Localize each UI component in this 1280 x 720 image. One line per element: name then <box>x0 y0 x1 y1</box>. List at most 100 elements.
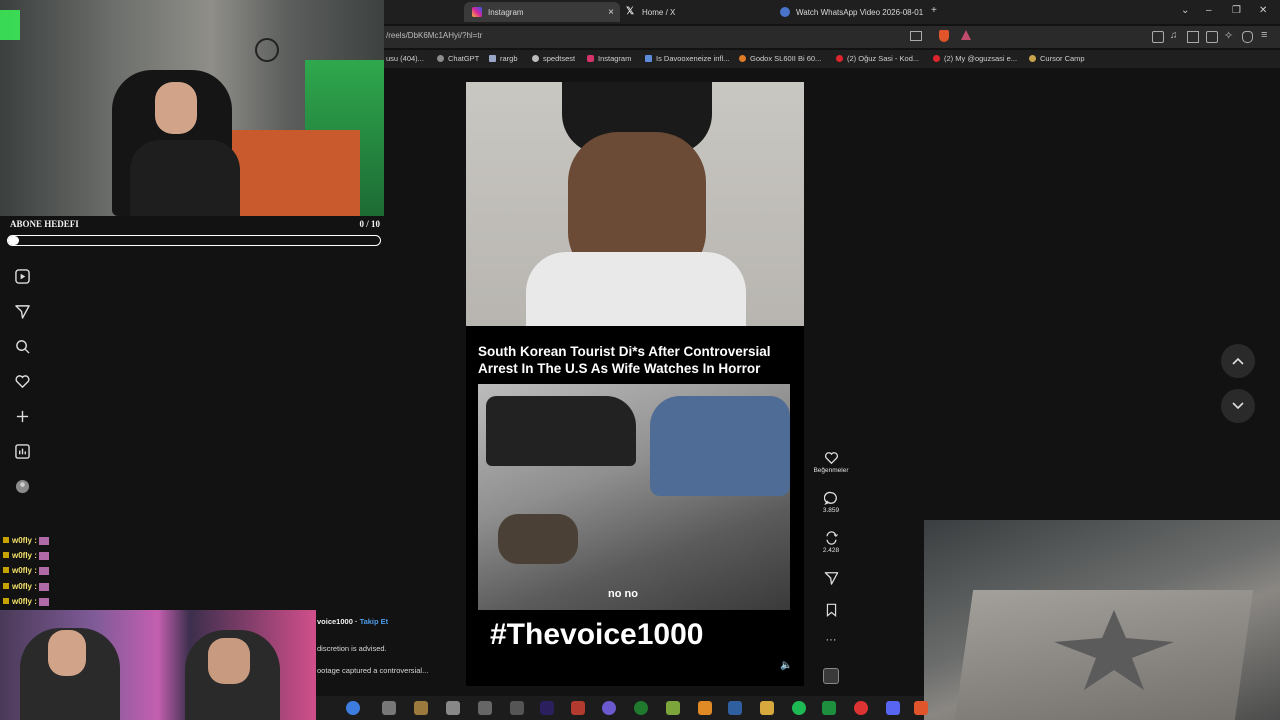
browser-tab-bar: Instagram × 𝕏 Home / X Watch WhatsApp Vi… <box>384 0 1280 24</box>
like-button[interactable]: Beğenmeler <box>812 451 850 474</box>
more-options-icon[interactable]: ··· <box>812 634 850 646</box>
app-icon[interactable] <box>666 701 680 715</box>
streamer-face <box>155 82 197 134</box>
bookmarks-bar: usu (404)... ChatGPT rargb spedtsest Ins… <box>384 50 1280 68</box>
reel-author[interactable]: voice1000 · Takip Et <box>317 617 388 626</box>
bookmark-item[interactable]: Godox SL60II Bi 60... <box>739 54 821 63</box>
bookmark-item[interactable]: (2) Oğuz Sasi - Kod... <box>836 54 919 63</box>
bookmark-item[interactable]: Instagram <box>587 54 631 63</box>
bookmark-item[interactable]: rargb <box>489 54 518 63</box>
direct-message-icon[interactable] <box>15 304 30 319</box>
folder-icon[interactable] <box>760 701 774 715</box>
minimize-icon[interactable]: – <box>1206 5 1212 16</box>
spotify-icon[interactable] <box>792 701 806 715</box>
app-icon[interactable] <box>822 701 836 715</box>
extensions-icon[interactable] <box>1152 31 1164 43</box>
audio-thumbnail[interactable] <box>812 668 850 686</box>
brave-shield-icon[interactable] <box>939 30 949 42</box>
sidebar-icon[interactable] <box>1187 31 1199 43</box>
previous-reel-button[interactable] <box>1221 344 1255 378</box>
profile-avatar-icon[interactable] <box>15 479 30 494</box>
bookmark-label: Godox SL60II Bi 60... <box>750 54 822 63</box>
bookmark-item[interactable]: Is Davooxeneize infl... <box>645 54 729 63</box>
rargb-icon <box>489 55 496 62</box>
music-icon[interactable]: ♫ <box>1170 30 1178 41</box>
bookmark-item[interactable]: ChatGPT <box>437 54 479 63</box>
streamer-body <box>130 140 240 216</box>
heart-icon <box>824 452 838 465</box>
chevron-up-icon <box>1232 357 1244 365</box>
app-icon[interactable] <box>382 701 396 715</box>
youtube-icon <box>933 55 940 62</box>
emote-icon <box>38 597 49 606</box>
bookmark-item[interactable]: Cursor Camp <box>1029 54 1085 63</box>
new-tab-icon[interactable]: + <box>931 5 937 16</box>
discord-icon[interactable] <box>886 701 900 715</box>
comment-button[interactable]: 3.859 <box>812 491 850 514</box>
chatgpt-icon <box>437 55 444 62</box>
audio-icon <box>823 668 839 684</box>
video-top-frame <box>466 82 804 326</box>
premiere-icon[interactable] <box>540 701 554 715</box>
bookmark-label: (2) My @oguzsasi e... <box>944 54 1018 63</box>
xbox-icon[interactable] <box>634 701 648 715</box>
tab-whatsapp-video[interactable]: Watch WhatsApp Video 2026-08-01 <box>774 2 930 22</box>
tab-label: Watch WhatsApp Video 2026-08-01 <box>796 7 924 17</box>
save-button[interactable] <box>812 603 850 619</box>
tank-top <box>526 252 746 326</box>
app-icon[interactable] <box>510 701 524 715</box>
bookmark-label: Instagram <box>598 54 632 63</box>
sub-goal-label: ABONE HEDEFI <box>10 219 79 229</box>
maximize-icon[interactable]: ❐ <box>1232 5 1241 16</box>
chevron-down-icon[interactable]: ⌄ <box>1181 5 1189 16</box>
blue-suv <box>650 396 790 496</box>
reels-icon[interactable] <box>15 269 30 284</box>
people-on-ground <box>498 514 578 564</box>
app-icon[interactable] <box>414 701 428 715</box>
create-plus-icon[interactable] <box>15 409 30 424</box>
close-tab-icon[interactable]: × <box>608 7 614 18</box>
menu-icon[interactable]: ≡ <box>1261 29 1267 41</box>
app-icon[interactable] <box>698 701 712 715</box>
app-icon[interactable] <box>854 701 868 715</box>
tab-instagram[interactable]: Instagram × <box>464 2 620 22</box>
bookmark-label: spedtsest <box>543 54 576 63</box>
steam-icon[interactable] <box>728 701 742 715</box>
notifications-heart-icon[interactable] <box>15 374 30 389</box>
url-field[interactable]: /reels/DbK6Mc1AHyi/?hl=tr <box>386 31 482 40</box>
next-reel-button[interactable] <box>1221 389 1255 423</box>
vpn-icon[interactable] <box>1242 31 1253 43</box>
globe-icon <box>780 7 790 17</box>
tab-label: Home / X <box>642 7 676 17</box>
bookmark-label: Is Davooxeneize infl... <box>656 54 730 63</box>
app-icon[interactable] <box>446 701 460 715</box>
bookmark-label: rargb <box>500 54 518 63</box>
follow-button[interactable]: Takip Et <box>360 617 389 626</box>
brave-icon[interactable] <box>914 701 928 715</box>
tab-x[interactable]: 𝕏 Home / X <box>620 2 766 22</box>
app-icon[interactable] <box>602 701 616 715</box>
reel-video[interactable]: South Korean Tourist Di*s After Controve… <box>466 82 804 686</box>
search-icon[interactable] <box>15 339 30 354</box>
dashboard-icon[interactable] <box>15 444 30 459</box>
chat-message: w0fly : <box>3 582 49 591</box>
wallet-icon[interactable] <box>1206 31 1218 43</box>
caption-line[interactable]: ootage captured a controversial... <box>317 666 428 675</box>
start-icon[interactable] <box>346 701 360 715</box>
brave-rewards-icon[interactable] <box>961 30 971 40</box>
youtube-icon <box>836 55 843 62</box>
author-username[interactable]: voice1000 <box>317 617 353 626</box>
repost-button[interactable]: 2.428 <box>812 531 850 554</box>
app-icon[interactable] <box>478 701 492 715</box>
taskbar <box>316 696 928 720</box>
share-button[interactable] <box>812 571 850 587</box>
leo-ai-icon[interactable]: ✧ <box>1224 29 1233 42</box>
cast-icon[interactable] <box>910 31 922 41</box>
mute-icon[interactable]: 🔈 <box>780 660 792 671</box>
bookmark-item[interactable]: usu (404)... <box>386 54 424 63</box>
bookmark-item[interactable]: (2) My @oguzsasi e... <box>933 54 1017 63</box>
app-icon[interactable] <box>571 701 585 715</box>
bookmark-item[interactable]: spedtsest <box>532 54 575 63</box>
close-window-icon[interactable]: ✕ <box>1259 5 1267 16</box>
bookmark-icon <box>826 603 836 617</box>
